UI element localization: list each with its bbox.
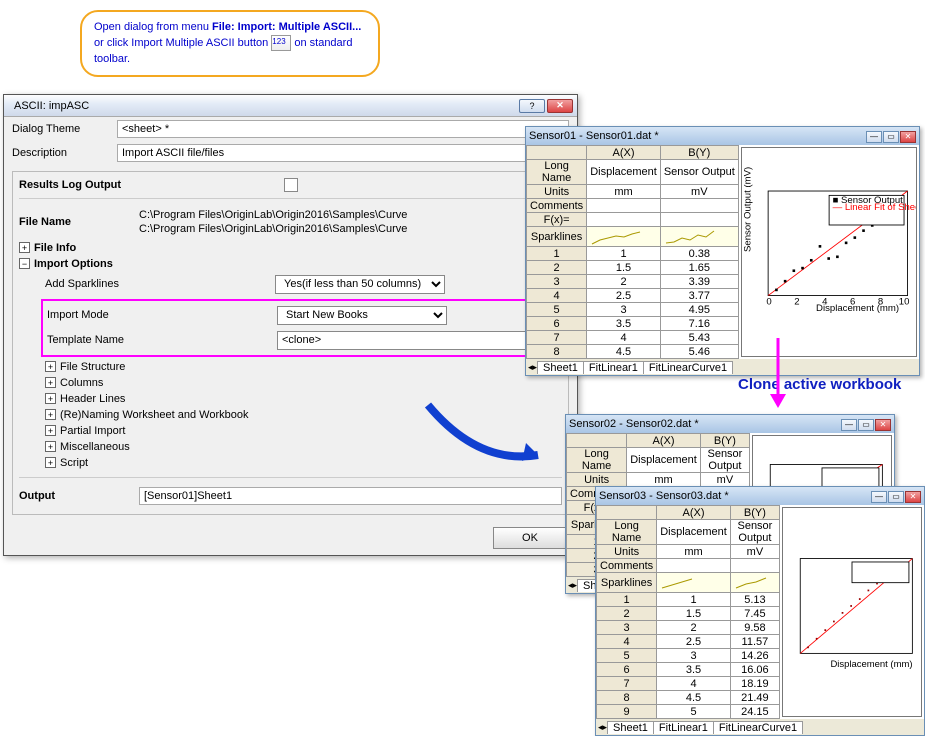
instruction-callout: Open dialog from menu File: Import: Mult… (80, 10, 380, 77)
wb3-title: Sensor03 - Sensor03.dat * (599, 490, 870, 502)
results-log-label: Results Log Output (19, 179, 151, 191)
svg-text:Sensor Output (mV): Sensor Output (mV) (742, 167, 753, 252)
arrow-dialog-to-clone (418, 395, 558, 475)
import-mode-select[interactable]: Start New Books (277, 306, 447, 325)
file-list: C:\Program Files\OriginLab\Origin2016\Sa… (139, 208, 407, 237)
description-input[interactable] (117, 144, 569, 162)
wb3-plot: Displacement (mm) (782, 507, 922, 717)
results-log-checkbox[interactable] (284, 178, 298, 192)
close-button[interactable] (547, 99, 573, 113)
template-name-input[interactable] (277, 331, 534, 350)
dialog-theme-input[interactable] (117, 120, 569, 138)
file-structure-tree[interactable]: +File Structure (45, 359, 562, 375)
ok-button[interactable]: OK (493, 527, 567, 549)
dialog-title: ASCII: impASC (8, 100, 517, 112)
wb1-plot: ■ Sensor Output — Linear Fit of Sheet1 B… (741, 147, 917, 357)
workbook-sensor01[interactable]: Sensor01 - Sensor01.dat * —▭✕ A(X)B(Y) L… (525, 126, 920, 376)
import-options-tree[interactable]: −Import Options (19, 256, 562, 272)
svg-text:Displacement (mm): Displacement (mm) (830, 659, 912, 670)
description-label: Description (12, 147, 117, 159)
columns-tree[interactable]: +Columns (45, 375, 562, 391)
dialog-theme-label: Dialog Theme (12, 123, 117, 135)
import-ascii-toolbar-icon: 123 (271, 35, 291, 51)
highlighted-options: Import Mode Start New Books Template Nam… (41, 299, 566, 357)
output-label: Output (19, 490, 139, 502)
file-info-tree[interactable]: +File Info (19, 240, 562, 256)
wb1-window-buttons[interactable]: —▭✕ (865, 130, 916, 143)
help-button[interactable] (519, 99, 545, 113)
import-mode-label: Import Mode (47, 309, 277, 321)
wb3-table[interactable]: A(X)B(Y) Long NameDisplacementSensor Out… (596, 505, 780, 719)
svg-text:2: 2 (794, 296, 799, 307)
add-sparklines-label: Add Sparklines (45, 278, 275, 290)
template-name-label: Template Name (47, 334, 277, 346)
svg-text:6: 6 (850, 296, 855, 307)
ascii-impasc-dialog: ASCII: impASC Dialog Theme Description R… (3, 94, 578, 556)
svg-text:10: 10 (899, 296, 910, 307)
add-sparklines-select[interactable]: Yes(if less than 50 columns) (275, 275, 445, 294)
wb3-sheet-tabs[interactable]: ◂▸ Sheet1FitLinear1FitLinearCurve1 (596, 719, 924, 735)
arrow-wb1-to-clone (758, 338, 798, 416)
svg-text:— Linear Fit of Sheet1 B"Senso: — Linear Fit of Sheet1 B"Sensor Output" (832, 202, 916, 213)
wb1-title: Sensor01 - Sensor01.dat * (529, 130, 865, 142)
svg-text:0: 0 (766, 296, 771, 307)
wb2-title: Sensor02 - Sensor02.dat * (569, 418, 840, 430)
workbook-sensor03[interactable]: Sensor03 - Sensor03.dat *—▭✕ A(X)B(Y) Lo… (595, 486, 925, 736)
wb1-sheet-tabs[interactable]: ◂▸ Sheet1FitLinear1FitLinearCurve1 (526, 359, 919, 375)
dialog-titlebar[interactable]: ASCII: impASC (4, 95, 577, 117)
wb1-table[interactable]: A(X)B(Y) Long NameDisplacementSensor Out… (526, 145, 739, 359)
filename-label: File Name (19, 216, 139, 228)
svg-text:8: 8 (878, 296, 883, 307)
svg-text:4: 4 (822, 296, 828, 307)
output-input[interactable] (139, 487, 562, 505)
svg-text:Displacement (mm): Displacement (mm) (816, 303, 899, 314)
